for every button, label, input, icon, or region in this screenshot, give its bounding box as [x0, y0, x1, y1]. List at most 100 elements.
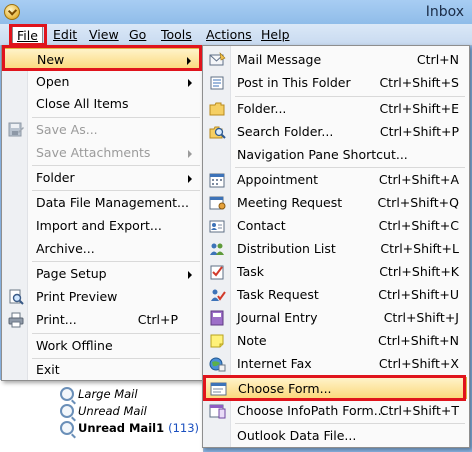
shortcut-text: Ctrl+P	[137, 312, 178, 327]
file-menu-page-setup[interactable]: Page Setup	[4, 263, 200, 285]
window-title: Inbox	[425, 4, 464, 20]
new-task-request-label: Task Request	[237, 287, 319, 302]
unread-count: (113)	[168, 421, 200, 435]
menu-separator	[32, 117, 200, 118]
menu-edit-label: Edit	[53, 27, 78, 42]
shortcut-text: Ctrl+Shift+P	[379, 124, 459, 139]
file-menu-save-attachments-label: Save Attachments	[36, 145, 151, 160]
file-menu-save-as[interactable]: Save As...	[4, 119, 200, 141]
shortcut-text: Ctrl+Shift+E	[379, 101, 460, 116]
menu-go-label: Go	[129, 27, 147, 42]
new-mail-message[interactable]: Mail Message Ctrl+N	[205, 49, 467, 71]
new-appointment-label: Appointment	[237, 172, 319, 187]
new-contact[interactable]: Contact Ctrl+Shift+C	[205, 215, 467, 237]
mail-message-icon	[209, 52, 226, 66]
search-folder-icon	[60, 404, 74, 418]
new-choose-infopath-form[interactable]: Choose InfoPath Form... Ctrl+Shift+T	[205, 400, 467, 422]
new-search-folder[interactable]: Search Folder... Ctrl+Shift+P	[205, 121, 467, 143]
menu-separator	[235, 96, 465, 97]
folder-icon	[209, 102, 225, 116]
new-mail-message-label: Mail Message	[237, 52, 322, 67]
menu-edit[interactable]: Edit	[49, 26, 81, 45]
new-post-in-folder[interactable]: Post in This Folder Ctrl+Shift+S	[205, 72, 467, 94]
shortcut-text: Ctrl+Shift+C	[378, 218, 459, 233]
submenu-arrow-icon	[188, 150, 192, 158]
new-task-request[interactable]: Task Request Ctrl+Shift+U	[205, 284, 467, 306]
menu-actions-label: Actions	[206, 27, 252, 42]
menu-tools[interactable]: Tools	[157, 26, 196, 45]
shortcut-text: Ctrl+Shift+U	[378, 287, 459, 302]
new-task[interactable]: Task Ctrl+Shift+K	[205, 261, 467, 283]
tree-item-unread-mail[interactable]: Unread Mail	[60, 403, 147, 419]
new-post-in-folder-label: Post in This Folder	[237, 75, 351, 90]
new-submenu: Mail Message Ctrl+N Post in This Folder …	[202, 45, 470, 448]
shortcut-text: Ctrl+Shift+L	[380, 241, 459, 256]
menu-separator	[32, 190, 200, 191]
file-menu-archive[interactable]: Archive...	[4, 238, 200, 260]
file-menu-data-file-management[interactable]: Data File Management...	[4, 192, 200, 214]
internet-fax-icon	[209, 357, 226, 372]
file-menu-page-setup-label: Page Setup	[36, 266, 107, 281]
file-menu-folder-label: Folder	[36, 170, 75, 185]
menu-file-label: File	[17, 28, 38, 43]
new-appointment[interactable]: Appointment Ctrl+Shift+A	[205, 169, 467, 191]
new-distribution-list[interactable]: Distribution List Ctrl+Shift+L	[205, 238, 467, 260]
title-bar: Inbox	[0, 0, 472, 26]
new-distribution-list-label: Distribution List	[237, 241, 336, 256]
menu-separator	[235, 423, 465, 424]
calendar-icon	[209, 173, 225, 188]
new-choose-form[interactable]: Choose Form...	[205, 377, 467, 399]
shortcut-text: Ctrl+N	[416, 52, 459, 67]
file-menu-close-all[interactable]: Close All Items	[4, 93, 200, 115]
new-meeting-request[interactable]: Meeting Request Ctrl+Shift+Q	[205, 192, 467, 214]
new-internet-fax[interactable]: Internet Fax Ctrl+Shift+X	[205, 353, 467, 375]
note-icon	[210, 334, 224, 348]
file-menu-print-preview-label: Print Preview	[36, 289, 118, 304]
tree-item-unread-mail1[interactable]: Unread Mail1 (113)	[60, 420, 199, 436]
new-folder[interactable]: Folder... Ctrl+Shift+E	[205, 98, 467, 120]
shortcut-text: Ctrl+Shift+X	[378, 356, 459, 371]
shortcut-text: Ctrl+Shift+S	[379, 75, 459, 90]
new-internet-fax-label: Internet Fax	[237, 356, 312, 371]
menu-view[interactable]: View	[85, 26, 123, 45]
new-outlook-data-file-label: Outlook Data File...	[237, 428, 357, 443]
new-note[interactable]: Note Ctrl+Shift+N	[205, 330, 467, 352]
menu-actions[interactable]: Actions	[202, 26, 256, 45]
new-navigation-pane-shortcut[interactable]: Navigation Pane Shortcut...	[205, 144, 467, 166]
new-meeting-request-label: Meeting Request	[237, 195, 343, 210]
new-journal-entry[interactable]: Journal Entry Ctrl+Shift+J	[205, 307, 467, 329]
file-menu-new[interactable]: New	[4, 48, 200, 70]
choose-form-icon	[210, 382, 227, 396]
tree-item-label: Large Mail	[78, 387, 138, 401]
menu-go[interactable]: Go	[125, 26, 150, 45]
menu-help[interactable]: Help	[257, 26, 294, 45]
submenu-arrow-icon	[188, 79, 192, 87]
menu-help-label: Help	[261, 27, 290, 42]
menu-file[interactable]: File	[12, 26, 43, 45]
file-menu-save-attachments[interactable]: Save Attachments	[4, 142, 200, 164]
shortcut-text: Ctrl+Shift+A	[378, 172, 459, 187]
file-menu-folder[interactable]: Folder	[4, 167, 200, 189]
file-menu-save-as-label: Save As...	[36, 122, 98, 137]
file-menu-import-export[interactable]: Import and Export...	[4, 215, 200, 237]
file-menu-exit-label: Exit	[36, 362, 60, 377]
file-menu-print-preview[interactable]: Print Preview	[4, 286, 200, 308]
new-task-label: Task	[237, 264, 264, 279]
shortcut-text: Ctrl+Shift+Q	[377, 195, 459, 210]
file-menu-work-offline-label: Work Offline	[36, 338, 113, 353]
new-journal-entry-label: Journal Entry	[237, 310, 318, 325]
file-menu-print[interactable]: Print... Ctrl+P	[4, 309, 200, 331]
file-menu-exit[interactable]: Exit	[4, 359, 200, 381]
outlook-app-icon[interactable]	[4, 4, 20, 20]
infopath-form-icon	[209, 404, 226, 419]
file-menu-open[interactable]: Open	[4, 71, 200, 93]
search-folder-icon	[209, 126, 226, 139]
new-outlook-data-file[interactable]: Outlook Data File...	[205, 425, 467, 447]
post-icon	[210, 76, 224, 90]
file-menu-close-all-label: Close All Items	[36, 96, 129, 111]
submenu-arrow-icon	[188, 271, 192, 279]
file-menu-work-offline[interactable]: Work Offline	[4, 335, 200, 357]
contact-card-icon	[209, 220, 225, 233]
tree-item-large-mail[interactable]: Large Mail	[60, 386, 138, 402]
file-menu-print-label: Print...	[36, 312, 77, 327]
